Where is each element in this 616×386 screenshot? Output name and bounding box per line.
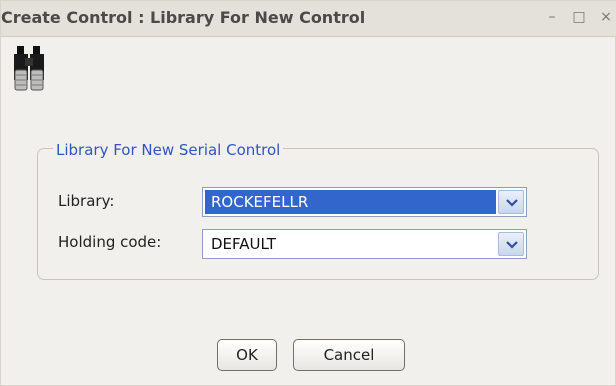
library-select-value[interactable]: ROCKEFELLR bbox=[205, 190, 496, 214]
binoculars-icon bbox=[11, 44, 49, 94]
chevron-down-icon[interactable] bbox=[498, 232, 524, 256]
library-select[interactable]: ROCKEFELLR bbox=[202, 187, 527, 217]
minimize-button[interactable]: – bbox=[543, 7, 561, 27]
ok-button[interactable]: OK bbox=[217, 339, 277, 371]
holding-code-select-value[interactable]: DEFAULT bbox=[205, 232, 496, 256]
title-bar[interactable]: Create Control : Library For New Control… bbox=[1, 1, 616, 37]
close-button[interactable]: × bbox=[597, 7, 615, 27]
maximize-button[interactable]: □ bbox=[570, 7, 588, 27]
holding-code-label: Holding code: bbox=[58, 233, 162, 251]
cancel-button[interactable]: Cancel bbox=[293, 339, 405, 371]
window-title: Create Control : Library For New Control bbox=[1, 8, 366, 27]
dialog-window: Create Control : Library For New Control… bbox=[0, 0, 616, 386]
holding-code-select[interactable]: DEFAULT bbox=[202, 229, 527, 259]
groupbox-legend: Library For New Serial Control bbox=[53, 141, 284, 159]
chevron-down-icon[interactable] bbox=[498, 190, 524, 214]
library-label: Library: bbox=[58, 192, 115, 210]
